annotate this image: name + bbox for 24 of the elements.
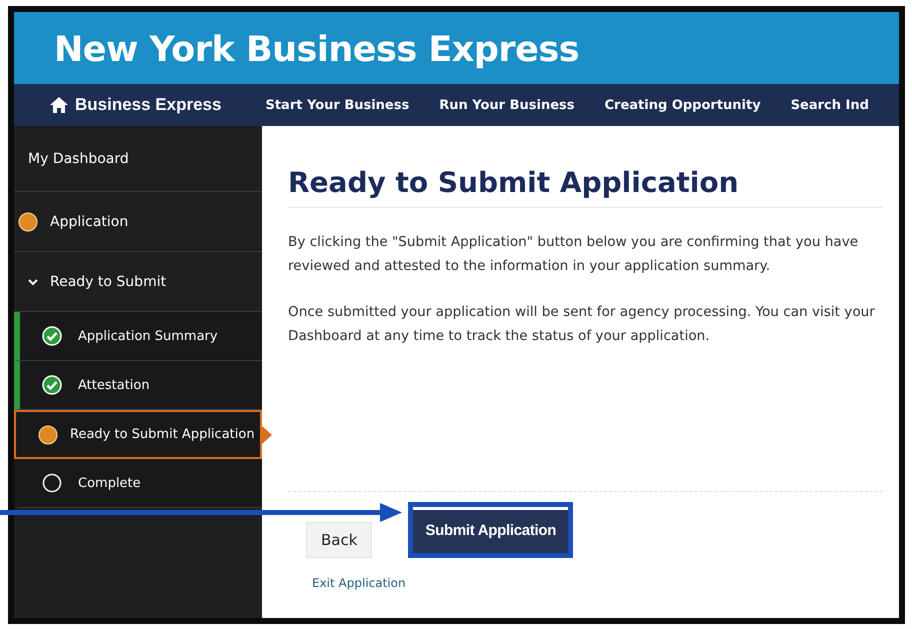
- sidebar-item[interactable]: My Dashboard: [14, 126, 262, 192]
- status-dot-icon: [38, 424, 58, 444]
- sidebar-item[interactable]: Application: [14, 192, 262, 252]
- empty-circle-icon: [42, 473, 62, 493]
- sidebar-item[interactable]: Complete: [14, 459, 262, 508]
- page-heading: Ready to Submit Application: [288, 166, 883, 208]
- paragraph: By clicking the "Submit Application" button below you are confirming that you have reviewed and attested to the information in your application summary.: [288, 233, 860, 276]
- site-title: New York Business Express: [54, 30, 580, 70]
- status-dot-icon: [18, 212, 38, 232]
- nav-link[interactable]: Start Your Business: [265, 98, 410, 112]
- nav-link[interactable]: Run Your Business: [439, 98, 575, 112]
- sidebar-item[interactable]: Application Summary: [14, 312, 262, 361]
- check-circle-icon: [42, 326, 62, 346]
- sidebar-item[interactable]: Attestation: [14, 361, 262, 410]
- pointer-icon: [262, 426, 272, 444]
- nav-link[interactable]: Creating Opportunity: [604, 98, 761, 112]
- exit-link[interactable]: Exit Application: [312, 576, 406, 590]
- nav-link[interactable]: Search Ind: [790, 98, 869, 112]
- check-circle-icon: [42, 375, 62, 395]
- paragraph: Once submitted your application will be sent for agency processing. You can visit your Dashboard at any time to track the status of your application.: [288, 303, 876, 346]
- submit-button[interactable]: Submit Application: [408, 502, 574, 558]
- back-button[interactable]: Back: [306, 522, 372, 558]
- home-icon: [50, 97, 68, 113]
- home-link[interactable]: Business Express: [50, 95, 222, 115]
